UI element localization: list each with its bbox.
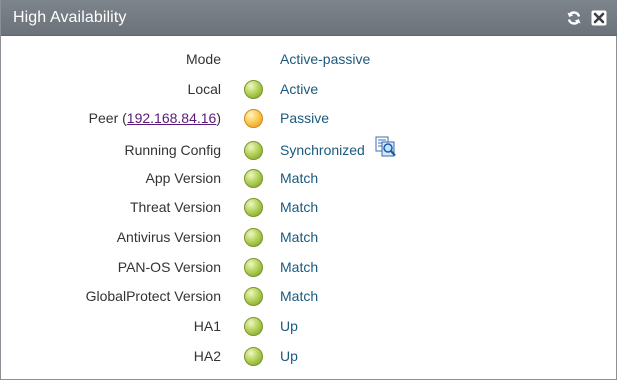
peer-label-prefix: Peer ( <box>88 110 127 126</box>
mode-value: Active-passive <box>280 51 371 67</box>
peer-label-suffix: ) <box>216 110 221 126</box>
threat-version-label: Threat Version <box>129 199 221 215</box>
app-version-status-indicator <box>244 169 263 188</box>
ha2-value: Up <box>280 348 298 364</box>
mode-label: Mode <box>185 51 221 67</box>
app-version-label: App Version <box>145 170 222 186</box>
peer-label: Peer (192.168.84.16) <box>89 110 221 126</box>
threat-version-value: Match <box>280 199 319 215</box>
antivirus-version-status-indicator <box>244 228 263 247</box>
panos-version-label: PAN-OS Version <box>117 259 221 275</box>
row-threat-version: Threat Version Match <box>1 195 616 221</box>
running-config-status-indicator <box>244 141 263 160</box>
ha2-status-indicator <box>244 347 263 366</box>
peer-status-indicator <box>244 109 263 128</box>
ha1-value: Up <box>280 318 298 334</box>
globalprotect-version-label: GlobalProtect Version <box>85 288 221 304</box>
panos-version-status-indicator <box>244 258 263 277</box>
refresh-icon[interactable] <box>566 10 582 26</box>
local-status-indicator <box>244 80 263 99</box>
local-value: Active <box>280 81 319 97</box>
running-config-label: Running Config <box>124 142 221 158</box>
app-version-value: Match <box>280 170 319 186</box>
widget-title: High Availability <box>13 9 127 26</box>
ha1-status-indicator <box>244 317 263 336</box>
local-label: Local <box>187 81 221 97</box>
panos-version-value: Match <box>280 259 319 275</box>
threat-version-status-indicator <box>244 198 263 217</box>
globalprotect-version-status-indicator <box>244 287 263 306</box>
antivirus-version-value: Match <box>280 229 319 245</box>
row-ha2: HA2 Up <box>1 344 616 370</box>
row-ha1: HA1 Up <box>1 314 616 340</box>
row-antivirus-version: Antivirus Version Match <box>1 225 616 251</box>
row-mode: Mode Active-passive <box>1 47 616 73</box>
globalprotect-version-value: Match <box>280 288 319 304</box>
row-globalprotect-version: GlobalProtect Version Match <box>1 284 616 310</box>
peer-ip-link[interactable]: 192.168.84.16 <box>127 110 217 126</box>
ha1-label: HA1 <box>193 318 221 334</box>
running-config-value: Synchronized <box>280 142 365 158</box>
row-local: Local Active <box>1 77 616 103</box>
peer-value: Passive <box>280 110 330 126</box>
row-running-config: Running Config Synchronized <box>1 136 616 164</box>
row-panos-version: PAN-OS Version Match <box>1 255 616 281</box>
ha2-label: HA2 <box>193 348 221 364</box>
antivirus-version-label: Antivirus Version <box>116 229 221 245</box>
row-peer: Peer (192.168.84.16) Passive <box>1 106 616 132</box>
high-availability-widget: High Availability Mode Active-passive Lo… <box>0 0 617 380</box>
close-icon[interactable] <box>591 10 607 26</box>
compare-config-icon[interactable] <box>375 136 397 158</box>
widget-titlebar: High Availability <box>1 0 617 36</box>
row-app-version: App Version Match <box>1 166 616 192</box>
